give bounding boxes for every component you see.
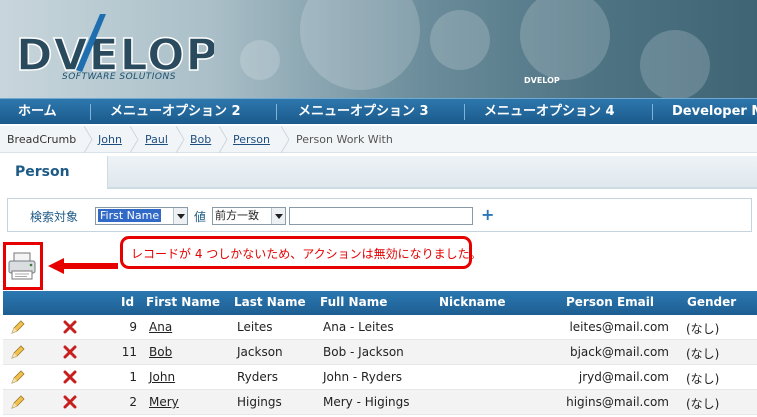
decor-bubble xyxy=(430,10,490,70)
search-panel: 検索対象 First Name 値 前方一致 + xyxy=(7,198,752,232)
column-header-full-name[interactable]: Full Name xyxy=(320,295,387,309)
column-header-person-email[interactable]: Person Email xyxy=(566,295,654,309)
column-header-gender[interactable]: Gender xyxy=(687,295,736,309)
cell-email: leites@mail.com xyxy=(569,320,669,334)
cell-id: 1 xyxy=(129,370,137,384)
cell-first-name-link[interactable]: Mery xyxy=(149,395,179,409)
edit-pencil-icon[interactable] xyxy=(10,319,26,335)
search-operator-select[interactable]: 前方一致 xyxy=(212,207,286,225)
menu-item-home[interactable]: ホーム xyxy=(18,99,57,124)
search-input[interactable] xyxy=(289,207,473,225)
menu-separator xyxy=(276,104,277,120)
printer-icon[interactable] xyxy=(6,245,40,285)
printer-highlight-box xyxy=(3,242,43,290)
search-value-label: 値 xyxy=(194,210,207,224)
cell-email: higins@mail.com xyxy=(566,395,669,409)
column-header-first-name[interactable]: First Name xyxy=(146,295,220,309)
edit-pencil-icon[interactable] xyxy=(10,344,26,360)
breadcrumb-person[interactable]: Person xyxy=(233,126,270,153)
cell-gender: (なし) xyxy=(686,322,720,336)
breadcrumb-chevron-icon xyxy=(84,126,93,153)
breadcrumb-current: Person Work With xyxy=(296,133,393,146)
plus-icon[interactable]: + xyxy=(481,205,494,224)
breadcrumb-paul[interactable]: Paul xyxy=(145,126,168,153)
cell-gender: (なし) xyxy=(686,372,720,386)
menu-separator xyxy=(652,104,653,120)
search-field-select[interactable]: First Name xyxy=(95,207,188,225)
menu-item-option-4[interactable]: メニューオプション 4 xyxy=(484,99,615,124)
decor-bubble xyxy=(640,30,710,98)
cell-email: bjack@mail.com xyxy=(569,345,669,359)
delete-x-icon[interactable] xyxy=(63,394,77,410)
main-menu: ホーム メニューオプション 2 メニューオプション 3 メニューオプション 4 … xyxy=(0,98,757,124)
cell-full-name: Mery - Higings xyxy=(323,395,410,409)
page-title: Person xyxy=(15,164,70,180)
edit-pencil-icon[interactable] xyxy=(10,369,26,385)
breadcrumb: BreadCrumb John Paul Bob Person Person W… xyxy=(0,126,757,153)
cell-full-name: John - Ryders xyxy=(323,370,403,384)
table-row: 9 Ana Leites Ana - Leites leites@mail.co… xyxy=(3,315,757,340)
cell-last-name: Ryders xyxy=(237,370,278,384)
cell-first-name-link[interactable]: Bob xyxy=(149,345,172,359)
breadcrumb-root: BreadCrumb xyxy=(7,133,77,146)
info-message: レコードが 4 つしかないため、アクションは無効になりました。 xyxy=(131,247,482,261)
cell-full-name: Ana - Leites xyxy=(323,320,394,334)
grid-header: Id First Name Last Name Full Name Nickna… xyxy=(3,291,757,315)
decor-bubble xyxy=(300,0,420,90)
breadcrumb-john[interactable]: John xyxy=(98,126,122,153)
column-header-nickname[interactable]: Nickname xyxy=(439,295,506,309)
table-row: 11 Bob Jackson Bob - Jackson bjack@mail.… xyxy=(3,340,757,365)
cell-first-name-link[interactable]: John xyxy=(149,370,175,384)
tab-person: Person xyxy=(0,156,108,189)
cell-gender: (なし) xyxy=(686,347,720,361)
header-banner: DVELOP SOFTWARE SOLUTIONS DVELOP xyxy=(0,0,757,98)
title-bar: Person xyxy=(0,156,757,189)
search-field-value: First Name xyxy=(98,209,162,222)
info-message-box: レコードが 4 つしかないため、アクションは無効になりました。 xyxy=(120,236,482,269)
mini-logo: DVELOP xyxy=(524,76,560,85)
delete-x-icon[interactable] xyxy=(63,369,77,385)
cell-last-name: Leites xyxy=(237,320,273,334)
breadcrumb-chevron-icon xyxy=(219,126,228,153)
menu-separator xyxy=(464,104,465,120)
cell-last-name: Higings xyxy=(237,395,282,409)
column-header-id[interactable]: Id xyxy=(121,295,134,309)
cell-first-name-link[interactable]: Ana xyxy=(149,320,172,334)
breadcrumb-bob[interactable]: Bob xyxy=(190,126,211,153)
cell-id: 9 xyxy=(129,320,137,334)
menu-item-option-3[interactable]: メニューオプション 3 xyxy=(298,99,429,124)
table-row: 1 John Ryders John - Ryders jryd@mail.co… xyxy=(3,365,757,390)
breadcrumb-chevron-icon xyxy=(130,126,139,153)
menu-item-developer[interactable]: Developer M xyxy=(672,99,757,124)
menu-item-option-2[interactable]: メニューオプション 2 xyxy=(110,99,241,124)
dropdown-arrow-icon xyxy=(271,208,285,224)
search-operator-value: 前方一致 xyxy=(215,209,259,222)
cell-id: 11 xyxy=(121,345,137,359)
search-target-label: 検索対象 xyxy=(30,210,79,224)
table-row: 2 Mery Higings Mery - Higings higins@mai… xyxy=(3,390,757,415)
breadcrumb-chevron-icon xyxy=(176,126,185,153)
cell-id: 2 xyxy=(129,395,137,409)
menu-separator xyxy=(90,104,91,120)
cell-full-name: Bob - Jackson xyxy=(323,345,404,359)
cell-last-name: Jackson xyxy=(237,345,283,359)
cell-email: jryd@mail.com xyxy=(578,370,669,384)
delete-x-icon[interactable] xyxy=(63,344,77,360)
logo-subtitle: SOFTWARE SOLUTIONS xyxy=(62,72,176,82)
edit-pencil-icon[interactable] xyxy=(10,394,26,410)
decor-bubble xyxy=(240,40,280,80)
column-header-last-name[interactable]: Last Name xyxy=(234,295,306,309)
delete-x-icon[interactable] xyxy=(63,319,77,335)
decor-bubble xyxy=(520,0,610,80)
cell-gender: (なし) xyxy=(686,397,720,411)
breadcrumb-chevron-icon xyxy=(281,126,290,153)
dropdown-arrow-icon xyxy=(173,208,187,224)
arrow-left-icon xyxy=(48,258,118,274)
